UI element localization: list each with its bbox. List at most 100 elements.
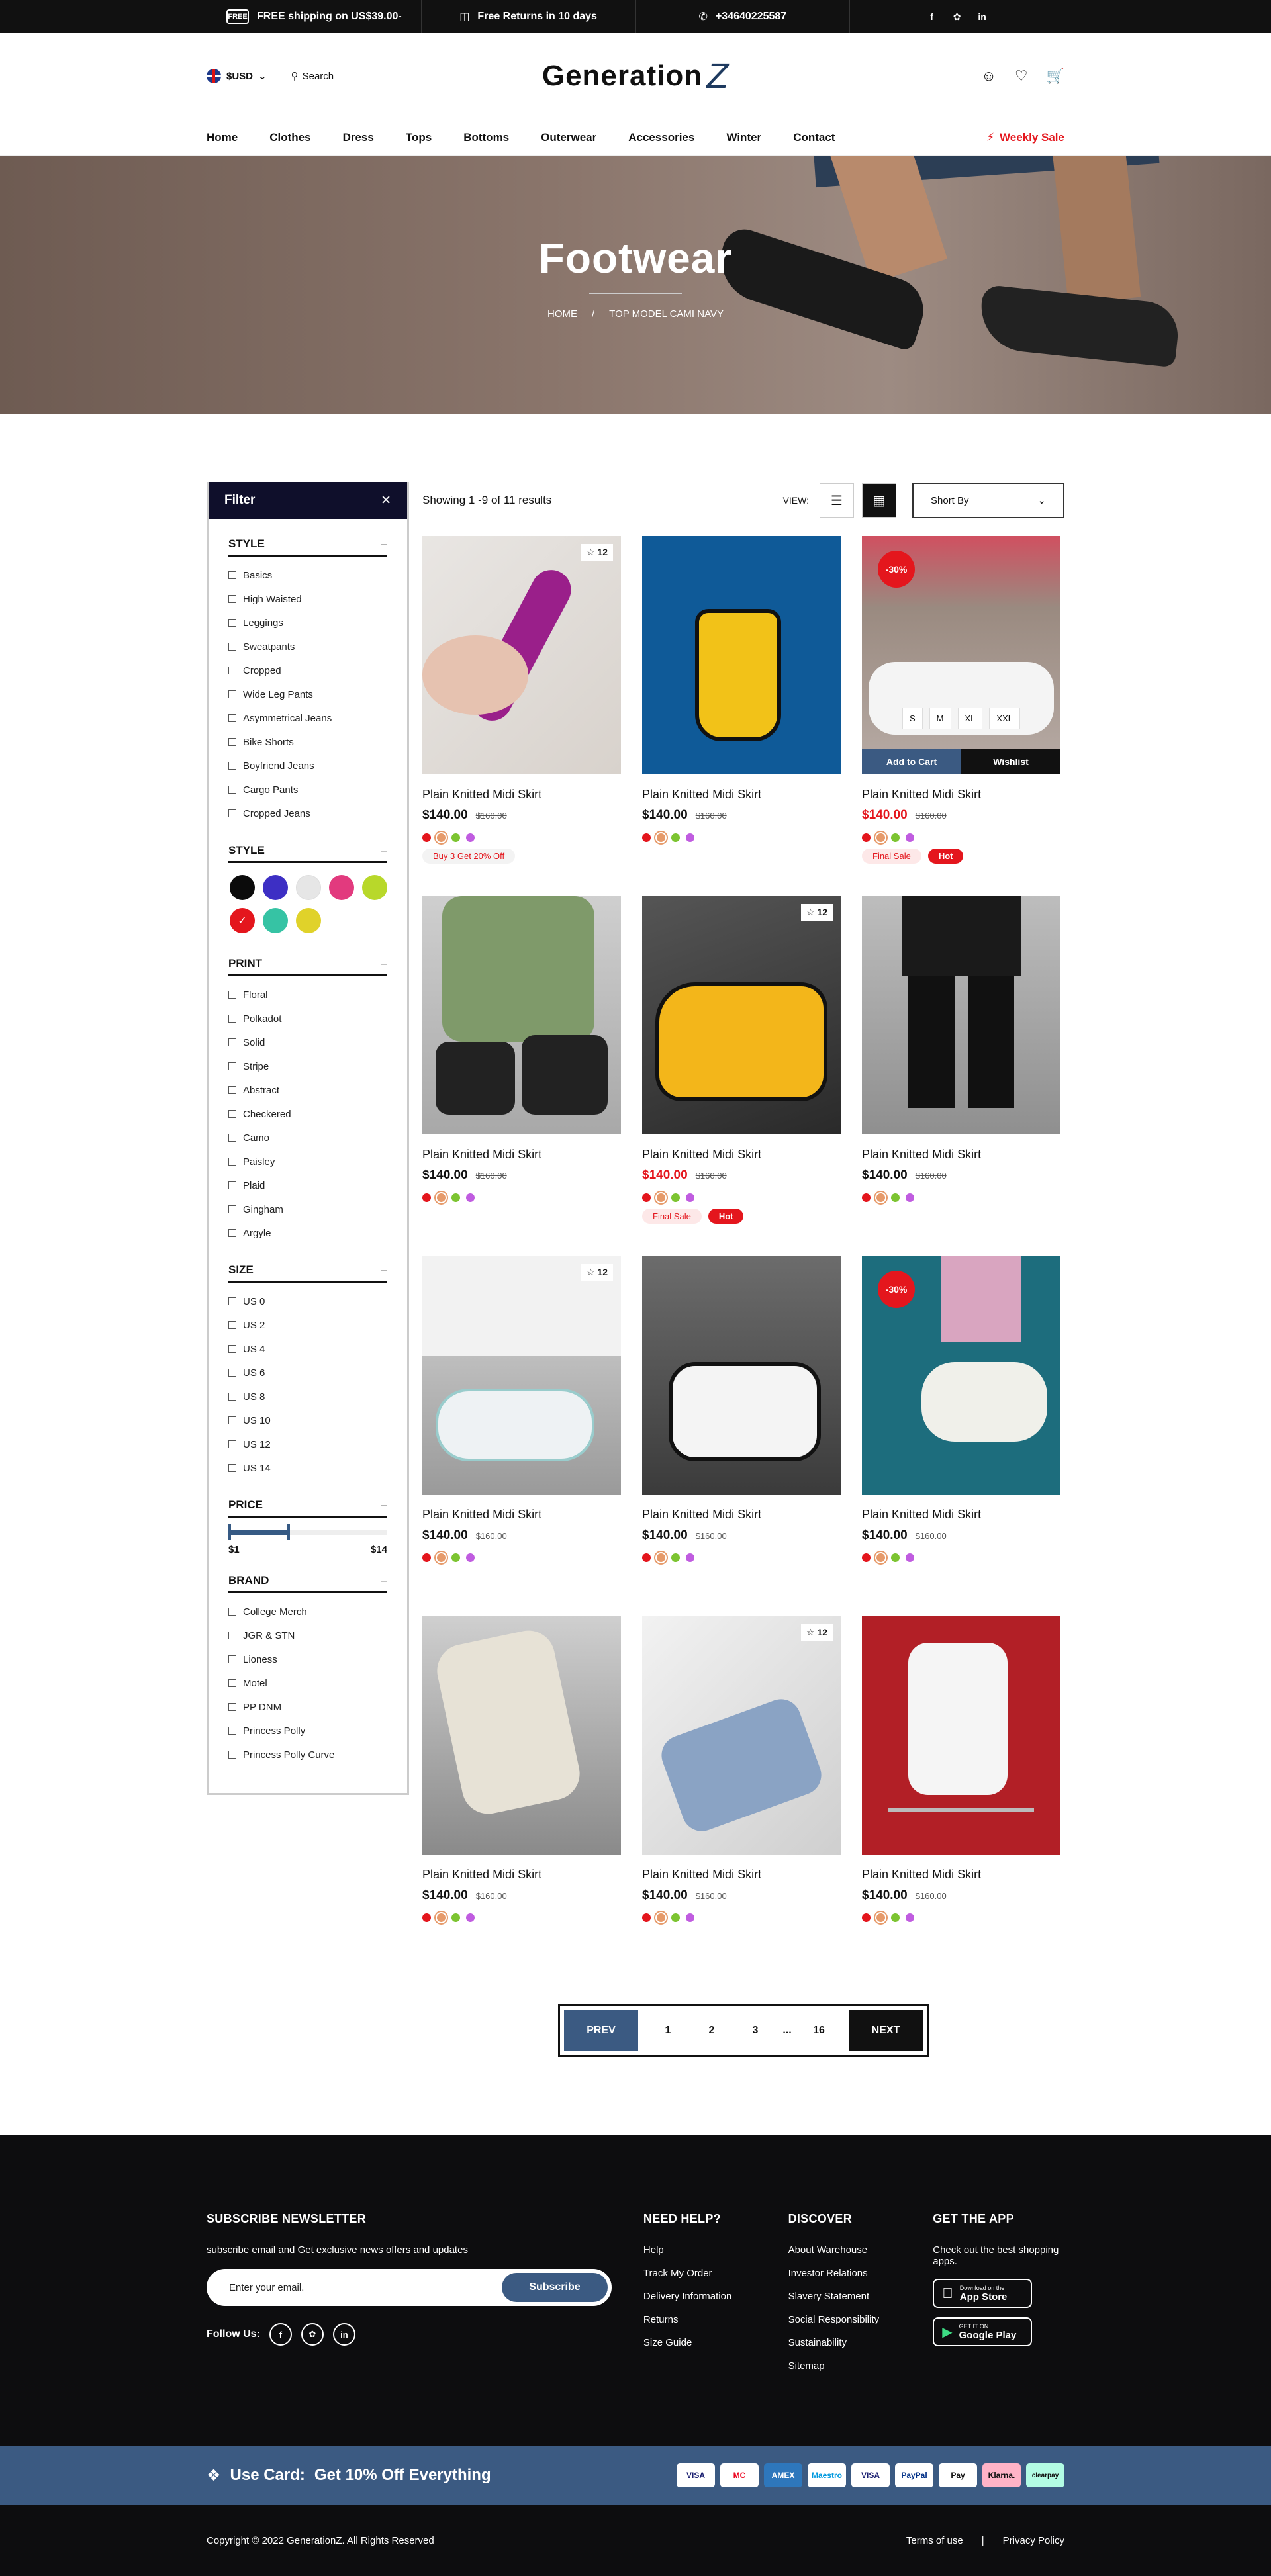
color-option[interactable] xyxy=(874,1551,888,1565)
color-option[interactable] xyxy=(434,1551,448,1565)
help-link[interactable]: Track My Order xyxy=(643,2268,788,2279)
nav-bottoms[interactable]: Bottoms xyxy=(463,131,509,144)
color-swatch[interactable] xyxy=(263,875,288,900)
color-option[interactable] xyxy=(422,1553,431,1562)
size-option[interactable]: US 8 xyxy=(228,1385,387,1408)
size-option[interactable]: S xyxy=(902,708,923,729)
checkbox[interactable] xyxy=(228,1062,236,1070)
checkbox[interactable] xyxy=(228,619,236,627)
color-option[interactable] xyxy=(686,833,694,842)
style-option[interactable]: Cropped Jeans xyxy=(228,802,387,825)
product-name[interactable]: Plain Knitted Midi Skirt xyxy=(422,1508,621,1522)
nav-home[interactable]: Home xyxy=(207,131,238,144)
color-option[interactable] xyxy=(451,833,460,842)
product-image[interactable]: -30% xyxy=(862,1256,1060,1495)
product-image[interactable] xyxy=(862,1616,1060,1855)
email-field[interactable]: Enter your email. xyxy=(229,2282,304,2293)
style-option[interactable]: Cargo Pants xyxy=(228,778,387,802)
product-image[interactable]: -30% S M XL XXL Add to Cart Wishlist xyxy=(862,536,1060,774)
linkedin-icon[interactable]: in xyxy=(332,2323,355,2346)
color-option[interactable] xyxy=(891,1553,900,1562)
prev-page-button[interactable]: PREV xyxy=(564,2010,638,2051)
color-swatch[interactable]: ✓ xyxy=(230,908,255,933)
product-card[interactable]: Plain Knitted Midi Skirt $140.00 $160.00 xyxy=(642,536,841,896)
color-option[interactable] xyxy=(451,1193,460,1202)
price-min-handle[interactable] xyxy=(228,1524,231,1540)
checkbox[interactable] xyxy=(228,1703,236,1711)
checkbox[interactable] xyxy=(228,1440,236,1448)
checkbox[interactable] xyxy=(228,690,236,698)
style-option[interactable]: Bike Shorts xyxy=(228,730,387,754)
discover-link[interactable]: Investor Relations xyxy=(788,2268,933,2279)
brand-option[interactable]: Princess Polly Curve xyxy=(228,1743,387,1767)
color-swatch[interactable] xyxy=(296,875,321,900)
terms-link[interactable]: Terms of use xyxy=(906,2535,963,2546)
color-option[interactable] xyxy=(434,1191,448,1205)
weekly-sale-link[interactable]: ⚡ Weekly Sale xyxy=(986,131,1064,144)
color-option[interactable] xyxy=(671,1913,680,1922)
checkbox[interactable] xyxy=(228,667,236,674)
checkbox[interactable] xyxy=(228,1110,236,1118)
color-option[interactable] xyxy=(891,833,900,842)
checkbox[interactable] xyxy=(228,1751,236,1759)
color-option[interactable] xyxy=(906,833,914,842)
checkbox[interactable] xyxy=(228,1632,236,1639)
color-option[interactable] xyxy=(422,833,431,842)
color-option[interactable] xyxy=(642,833,651,842)
collapse-icon[interactable]: – xyxy=(381,537,387,551)
page-2[interactable]: 2 xyxy=(690,2010,733,2051)
product-card[interactable]: Plain Knitted Midi Skirt $140.00 $160.00 xyxy=(422,1616,621,1976)
help-link[interactable]: Delivery Information xyxy=(643,2291,788,2302)
color-option[interactable] xyxy=(434,831,448,845)
product-card[interactable]: ☆ 12 Plain Knitted Midi Skirt $140.00 $160.… xyxy=(642,896,841,1256)
collapse-icon[interactable]: – xyxy=(381,844,387,857)
product-card[interactable]: Plain Knitted Midi Skirt $140.00 $160.00 xyxy=(862,1616,1060,1976)
color-option[interactable] xyxy=(906,1913,914,1922)
help-link[interactable]: Returns xyxy=(643,2314,788,2325)
brand-option[interactable]: Princess Polly xyxy=(228,1719,387,1743)
size-option[interactable]: US 14 xyxy=(228,1456,387,1480)
checkbox[interactable] xyxy=(228,1321,236,1329)
color-option[interactable] xyxy=(451,1553,460,1562)
page-16[interactable]: 16 xyxy=(797,2010,841,2051)
checkbox[interactable] xyxy=(228,1134,236,1142)
size-option[interactable]: XXL xyxy=(989,708,1020,729)
product-name[interactable]: Plain Knitted Midi Skirt xyxy=(642,1868,841,1882)
color-option[interactable] xyxy=(686,1193,694,1202)
help-link[interactable]: Size Guide xyxy=(643,2337,788,2348)
nav-contact[interactable]: Contact xyxy=(793,131,835,144)
checkbox[interactable] xyxy=(228,1416,236,1424)
product-card[interactable]: -30% S M XL XXL Add to Cart Wishlist Plain Knit… xyxy=(862,536,1060,896)
print-option[interactable]: Floral xyxy=(228,983,387,1007)
product-card[interactable]: ☆ 12 Plain Knitted Midi Skirt $140.00 $160.… xyxy=(422,1256,621,1616)
product-name[interactable]: Plain Knitted Midi Skirt xyxy=(862,1508,1060,1522)
print-option[interactable]: Abstract xyxy=(228,1078,387,1102)
color-swatch[interactable] xyxy=(329,875,354,900)
phone-info[interactable]: ✆ +34640225587 xyxy=(636,0,851,33)
color-option[interactable] xyxy=(671,1553,680,1562)
color-option[interactable] xyxy=(874,831,888,845)
brand-option[interactable]: Lioness xyxy=(228,1647,387,1671)
page-3[interactable]: 3 xyxy=(733,2010,777,2051)
collapse-icon[interactable]: – xyxy=(381,1498,387,1512)
color-option[interactable] xyxy=(654,831,668,845)
heart-icon[interactable]: ♡ xyxy=(1015,68,1028,85)
checkbox[interactable] xyxy=(228,1158,236,1166)
style-option[interactable]: Basics xyxy=(228,563,387,587)
checkbox[interactable] xyxy=(228,714,236,722)
checkbox[interactable] xyxy=(228,1086,236,1094)
color-option[interactable] xyxy=(654,1911,668,1925)
product-card[interactable]: ☆ 12 Plain Knitted Midi Skirt $140.00 $160.… xyxy=(642,1616,841,1976)
twitter-icon[interactable]: ✿ xyxy=(949,8,966,25)
discover-link[interactable]: Slavery Statement xyxy=(788,2291,933,2302)
nav-dress[interactable]: Dress xyxy=(343,131,374,144)
color-option[interactable] xyxy=(451,1913,460,1922)
color-option[interactable] xyxy=(642,1553,651,1562)
checkbox[interactable] xyxy=(228,1679,236,1687)
print-option[interactable]: Checkered xyxy=(228,1102,387,1126)
color-option[interactable] xyxy=(906,1553,914,1562)
style-option[interactable]: Asymmetrical Jeans xyxy=(228,706,387,730)
checkbox[interactable] xyxy=(228,738,236,746)
size-option[interactable]: US 6 xyxy=(228,1361,387,1385)
checkbox[interactable] xyxy=(228,991,236,999)
